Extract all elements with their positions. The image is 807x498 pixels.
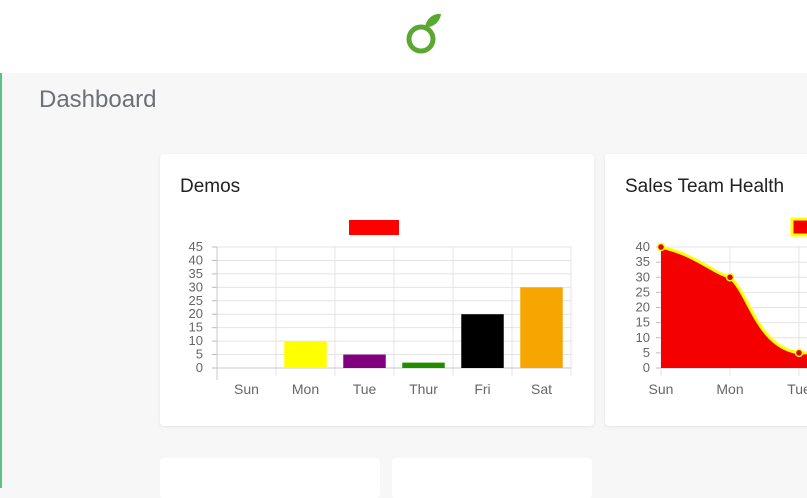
y-tick-label: 0 [643,360,650,375]
bottom-card-right [392,458,592,498]
demos-card: Demos 45 40 35 30 25 20 15 10 5 0 Sun Mon Tue Thur Fri… [160,154,594,426]
point-tue [794,348,804,358]
y-tick-label: 40 [636,239,650,254]
sales-team-health-card: Sales Team Health 40 35 30 25 20 15 10 5 0 Sun Mon… [605,154,807,426]
left-accent-bar [0,73,2,488]
y-tick-label: 0 [196,360,203,375]
y-tick-label: 30 [636,269,650,284]
sales-team-health-area-chart: 4035302520151050 Sun Mon Tue [636,217,807,397]
y-tick-label: 20 [636,300,650,315]
x-tick-label: Thur [409,381,438,397]
x-tick-label: Sat [531,381,552,397]
x-tick-label: Sun [649,381,674,397]
x-tick-label: Fri [474,381,490,397]
top-bar [0,0,807,73]
demos-bar-chart: 454035302520151050Sun Mon Tue Thur Fri Sat [189,220,572,397]
bar-sat [520,287,563,368]
y-tick-label: 25 [636,284,650,299]
y-tick-label: 10 [636,330,650,345]
x-tick-label: Tue [787,381,807,397]
x-tick-label: Mon [716,381,743,397]
page-title: Dashboard [39,86,157,113]
bar-fri [461,314,504,368]
legend-swatch [790,217,807,237]
x-tick-label: Mon [292,381,319,397]
point-sun [656,242,666,252]
bar-tue [343,354,386,368]
odoo-leaf-logo-icon[interactable] [403,10,445,56]
y-tick-label: 15 [636,315,650,330]
y-tick-label: 5 [643,345,650,360]
demos-card-title: Demos [180,176,241,197]
legend-swatch [349,220,399,235]
y-tick-label: 35 [636,254,650,269]
x-tick-label: Tue [353,381,377,397]
point-mon [725,273,735,282]
bar-thur [402,362,445,368]
bar-mon [284,341,327,368]
x-tick-label: Sun [234,381,259,397]
bottom-card-left [160,458,380,498]
sales-team-health-card-title: Sales Team Health [625,176,785,197]
